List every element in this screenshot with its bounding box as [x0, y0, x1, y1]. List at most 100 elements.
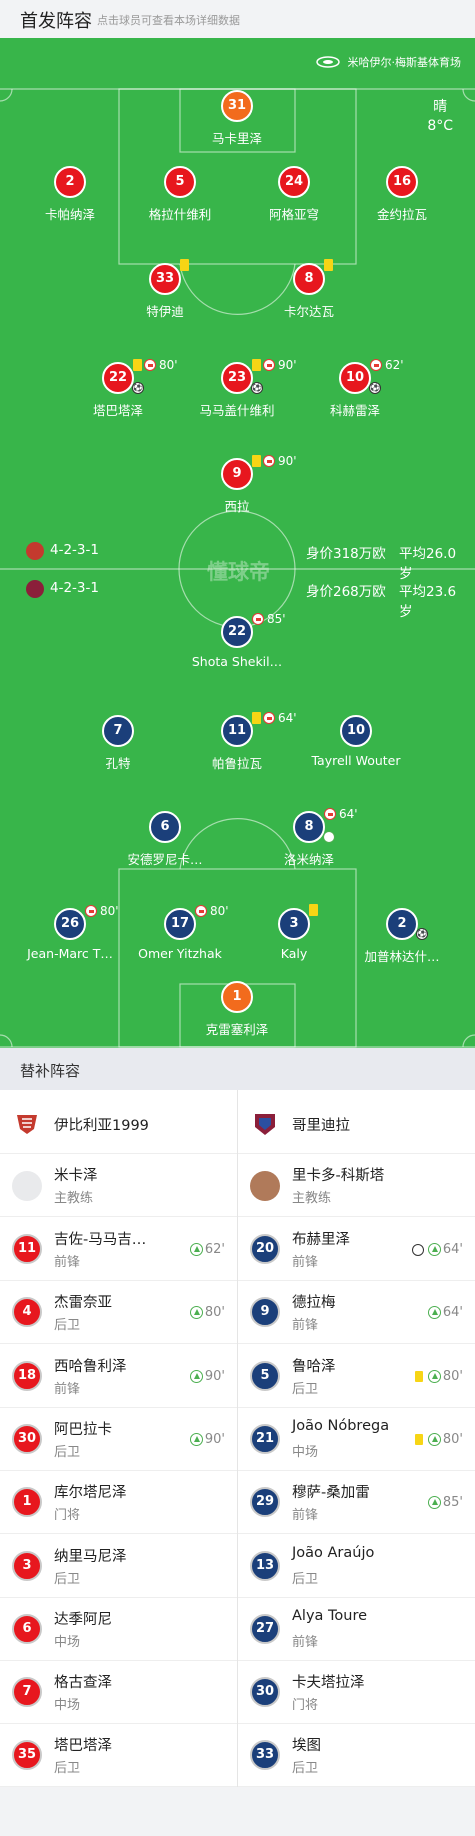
sub-in-icon — [189, 1369, 203, 1383]
away-coach-role: 主教练 — [292, 1191, 332, 1206]
sub-player-row[interactable]: 33 埃图 后卫 — [238, 1724, 475, 1788]
sub-player-row[interactable]: 30 阿巴拉卡 后卫 90' — [0, 1408, 237, 1471]
red-player-5[interactable]: 33 特伊迪 — [100, 259, 230, 320]
red-player-9[interactable]: 10 科赫雷泽 62' ⚽ — [290, 358, 420, 419]
away-team-crest-icon — [255, 1114, 275, 1135]
venue: 米哈伊尔·梅斯基体育场 — [315, 54, 461, 70]
away-coach-row[interactable]: 里卡多-科斯塔 主教练 — [238, 1154, 475, 1217]
weather-condition: 晴 — [433, 99, 448, 115]
sub-player-row[interactable]: 4 杰雷奈亚 后卫 80' — [0, 1281, 237, 1345]
sub-out-icon — [252, 613, 264, 625]
sub-player-row[interactable]: 29 穆萨-桑加雷 前锋 85' — [238, 1471, 475, 1535]
player-name: 帕鲁拉瓦 — [211, 756, 262, 771]
sub-player-number: 5 — [250, 1360, 280, 1391]
page-footer — [0, 1787, 475, 1836]
player-events: 64' — [324, 807, 358, 821]
subs-divider — [237, 1090, 238, 1787]
sub-event: 80' — [414, 1369, 463, 1384]
sub-player-position: 门将 — [292, 1698, 319, 1714]
red-player-7[interactable]: 22 塔巴塔泽 80' ⚽ — [53, 358, 183, 419]
player-number: 10 — [340, 715, 372, 747]
blue-player-2[interactable]: 11 帕鲁拉瓦 64' — [172, 711, 302, 772]
home-team-row[interactable]: 伊比利亚1999 — [0, 1090, 237, 1154]
sub-player-row[interactable]: 6 达季阿尼 中场 — [0, 1598, 237, 1661]
blue-player-10[interactable]: 1 克雷塞利泽 — [172, 981, 302, 1038]
sub-in-minute: 80' — [442, 1431, 463, 1447]
sub-player-row[interactable]: 27 Alya Toure 前锋 — [238, 1598, 475, 1661]
sub-player-row[interactable]: 20 布赫里泽 前锋 64' — [238, 1218, 475, 1281]
sub-player-row[interactable]: 5 鲁哈泽 后卫 80' — [238, 1345, 475, 1408]
player-events: 80' — [195, 904, 229, 918]
player-name: 卡尔达瓦 — [283, 304, 334, 319]
red-player-8[interactable]: 23 马马盖什维利 90' ⚽ — [172, 358, 302, 419]
home-formation: 4-2-3-1 — [50, 542, 99, 558]
sub-player-row[interactable]: 30 卡夫塔拉泽 门将 — [238, 1661, 475, 1725]
red-player-0[interactable]: 31 马卡里泽 — [172, 90, 302, 147]
sub-player-name: 鲁哈泽 — [292, 1358, 336, 1375]
blue-player-3[interactable]: 10 Tayrell Wouter — [291, 715, 421, 768]
red-player-6[interactable]: 8 卡尔达瓦 — [244, 259, 374, 320]
red-player-2[interactable]: 5 格拉什维利 — [115, 166, 245, 223]
blue-player-0[interactable]: 22 Shota Shekil… 85' — [172, 612, 302, 669]
home-team-logo-icon — [26, 542, 44, 560]
sub-in-icon — [427, 1243, 441, 1256]
sub-event: 64' — [411, 1242, 463, 1257]
red-player-4[interactable]: 16 金约拉瓦 — [337, 166, 467, 223]
sub-player-row[interactable]: 13 João Araújo 后卫 — [238, 1535, 475, 1598]
red-player-10[interactable]: 9 西拉 90' — [172, 454, 302, 515]
sub-player-name: 库尔塔尼泽 — [54, 1485, 127, 1502]
player-name: 洛米纳泽 — [283, 852, 334, 867]
player-number: 17 — [164, 908, 196, 940]
away-coach-name: 里卡多-科斯塔 — [292, 1168, 385, 1184]
sub-player-row[interactable]: 35 塔巴塔泽 后卫 — [0, 1724, 237, 1788]
away-team-info: 4-2-3-1 身价268万欧 平均23.6岁 — [26, 579, 466, 620]
home-team-name: 伊比利亚1999 — [54, 1118, 149, 1134]
sub-out-icon — [263, 712, 275, 724]
sub-player-position: 中场 — [54, 1698, 81, 1714]
sub-player-row[interactable]: 18 西哈鲁利泽 前锋 90' — [0, 1345, 237, 1408]
blue-player-7[interactable]: 17 Omer Yitzhak 80' — [115, 904, 245, 961]
sub-player-row[interactable]: 1 库尔塔尼泽 门将 — [0, 1471, 237, 1535]
player-events: 85' — [252, 612, 286, 626]
player-name: 西拉 — [224, 499, 250, 514]
blue-player-1[interactable]: 7 孔特 — [53, 715, 183, 772]
sub-player-name: 布赫里泽 — [292, 1232, 350, 1248]
sub-player-position: 中场 — [54, 1634, 81, 1650]
sub-player-row[interactable]: 9 德拉梅 前锋 64' — [238, 1281, 475, 1345]
player-name: 安德罗尼卡… — [127, 852, 203, 867]
sub-player-number: 20 — [250, 1234, 280, 1264]
sub-player-row[interactable]: 3 纳里马尼泽 后卫 — [0, 1535, 237, 1598]
yellow-card-icon — [252, 712, 261, 724]
sub-event: 62' — [189, 1242, 225, 1257]
player-events: 80' — [133, 358, 178, 372]
home-coach-role: 主教练 — [54, 1191, 94, 1206]
player-number: 6 — [149, 811, 181, 843]
sub-player-row[interactable]: 21 João Nóbrega 中场 80' — [238, 1408, 475, 1471]
sub-minute: 90' — [278, 454, 297, 468]
player-number: 33 — [149, 263, 181, 295]
home-coach-row[interactable]: 米卡泽 主教练 — [0, 1154, 237, 1217]
sub-player-position: 前锋 — [54, 1255, 81, 1270]
sub-player-number: 13 — [250, 1550, 280, 1581]
yellow-card-icon — [180, 259, 189, 271]
sub-out-icon — [370, 359, 382, 371]
away-average-age: 平均23.6岁 — [399, 584, 457, 620]
goal-icon — [411, 1243, 424, 1256]
blue-player-5[interactable]: 8 洛米纳泽 64' — [244, 807, 374, 868]
sub-in-icon — [189, 1306, 203, 1320]
away-team-row[interactable]: 哥里迪拉 — [238, 1090, 475, 1154]
sub-in-icon — [427, 1496, 441, 1510]
sub-player-row[interactable]: 7 格古查泽 中场 — [0, 1661, 237, 1725]
sub-player-name: 达季阿尼 — [54, 1611, 112, 1628]
sub-minute: 80' — [210, 904, 229, 918]
yellow-card-icon — [133, 359, 142, 371]
sub-event: 80' — [189, 1305, 225, 1320]
goal-icon: ⚽ — [369, 382, 381, 394]
blue-player-4[interactable]: 6 安德罗尼卡… — [100, 811, 230, 868]
blue-player-9[interactable]: 2 加普林达什… ⚽ — [337, 908, 467, 965]
player-number: 23 — [221, 362, 253, 394]
sub-player-row[interactable]: 11 吉佐-马马吉… 前锋 62' — [0, 1218, 237, 1281]
sub-player-position: 后卫 — [292, 1571, 319, 1587]
sub-player-position: 前锋 — [292, 1508, 319, 1524]
subs-title: 替补阵容 — [20, 1062, 81, 1080]
